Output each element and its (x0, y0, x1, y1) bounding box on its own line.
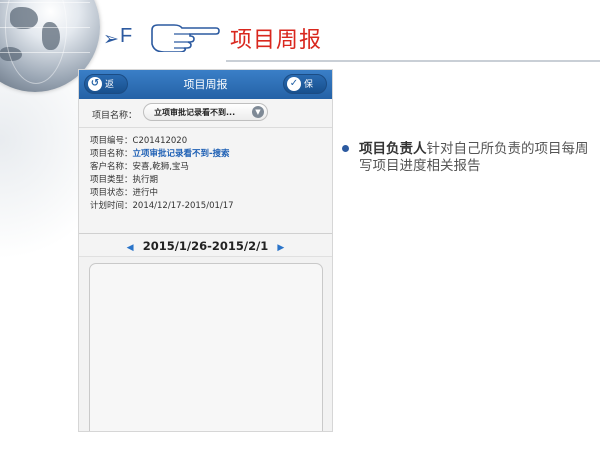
save-button[interactable]: ✓ 保存 (283, 74, 327, 110)
project-select[interactable]: 立项审批记录看不到... ▼ (143, 103, 268, 121)
plan-time-label: 计划时间： (90, 201, 133, 211)
project-type-row: 项目类型：执行期 (90, 174, 332, 187)
chevron-down-icon: ▼ (252, 106, 264, 118)
bullet-emphasis: 项目负责人 (359, 141, 427, 157)
customer-row: 客户名称：安喜,乾狮,宝马 (90, 161, 332, 174)
project-name-row: 项目名称：立项审批记录看不到-搜索 (90, 148, 332, 161)
project-type-value: 执行期 (132, 175, 159, 185)
project-info: 项目编号：C201412020 项目名称：立项审批记录看不到-搜索 客户名称：安… (79, 128, 332, 234)
week-range: 2015/1/26-2015/2/1 (142, 239, 269, 253)
project-code-row: 项目编号：C201412020 (90, 135, 332, 148)
checkmark-icon: ✓ (287, 77, 301, 91)
project-code-label: 项目编号： (90, 136, 133, 146)
project-select-value: 立项审批记录看不到... (154, 108, 236, 117)
project-name-label: 项目名称： (90, 149, 133, 159)
title-divider (226, 60, 600, 62)
next-week-icon[interactable]: ▶ (277, 243, 284, 253)
pointing-hand-icon (151, 24, 220, 52)
app-header: ↺ 返回 项目周报 ✓ 保存 (79, 70, 332, 110)
bullet-text: 项目负责人针对自己所负责的项目每周写项目进度相关报告 (359, 141, 592, 175)
customer-label: 客户名称： (90, 162, 133, 172)
project-name-link[interactable]: 立项审批记录看不到-搜索 (133, 149, 230, 159)
week-navigator: ◀ 2015/1/26-2015/2/1 ▶ (79, 234, 332, 257)
arrow-marker-icon: ➢ (103, 28, 119, 50)
customer-value: 安喜,乾狮,宝马 (132, 162, 189, 172)
section-letter: F (120, 25, 133, 47)
project-selector-row: 项目名称： 立项审批记录看不到... ▼ (79, 99, 332, 128)
bullet-point: 项目负责人针对自己所负责的项目每周写项目进度相关报告 (342, 141, 592, 175)
project-status-row: 项目状态：进行中 (90, 187, 332, 200)
bullet-dot-icon (342, 145, 349, 152)
plan-time-value: 2014/12/17-2015/01/17 (132, 201, 234, 211)
plan-time-row: 计划时间：2014/12/17-2015/01/17 (90, 200, 332, 213)
project-status-value: 进行中 (132, 188, 159, 198)
project-status-label: 项目状态： (90, 188, 133, 198)
prev-week-icon[interactable]: ◀ (127, 243, 134, 253)
slide-title: 项目周报 (230, 28, 323, 53)
project-type-label: 项目类型： (90, 175, 133, 185)
project-selector-label: 项目名称： (92, 111, 138, 121)
project-code-value: C201412020 (132, 136, 188, 146)
report-textarea[interactable] (89, 263, 323, 431)
mobile-app-screen: ↺ 返回 项目周报 ✓ 保存 项目名称： 立项审批记录看不到... ▼ 项目编号… (78, 69, 333, 432)
